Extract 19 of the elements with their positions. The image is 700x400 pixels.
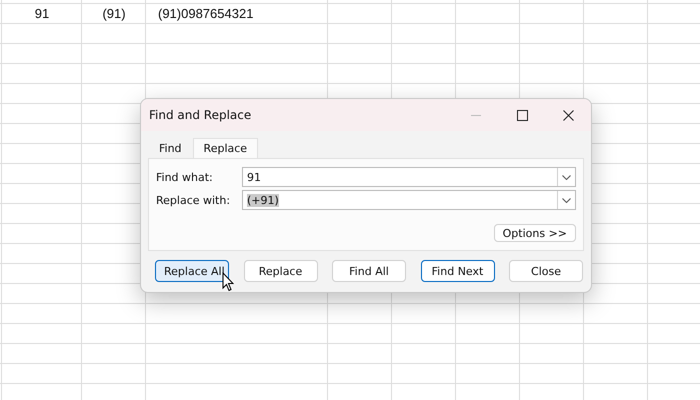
tab[interactable]: Find — [148, 138, 193, 158]
combo-field[interactable]: (+91) — [242, 190, 576, 210]
maximize-icon[interactable] — [516, 110, 528, 120]
options-button[interactable]: Options >> — [494, 224, 576, 242]
close-icon[interactable] — [562, 110, 574, 120]
tab[interactable]: Replace — [192, 138, 258, 158]
field-label: Replace with: — [156, 194, 232, 206]
combo-field[interactable]: 91 — [242, 167, 576, 187]
dialog-button[interactable]: Close — [509, 260, 583, 282]
table-cell-text: 91 — [34, 5, 50, 23]
dialog-button[interactable]: Replace — [244, 260, 318, 282]
field-label: Find what: — [156, 170, 214, 184]
chevron-down-icon[interactable] — [562, 198, 571, 202]
window-title: Find and Replace — [149, 108, 252, 122]
dialog-button[interactable]: Find Next — [420, 260, 494, 282]
chevron-down-icon[interactable] — [562, 174, 571, 180]
table-cell-text: (91) — [101, 5, 127, 23]
dialog-button[interactable]: Find All — [332, 260, 406, 282]
table-cell-text: (91)0987654321 — [157, 5, 254, 23]
